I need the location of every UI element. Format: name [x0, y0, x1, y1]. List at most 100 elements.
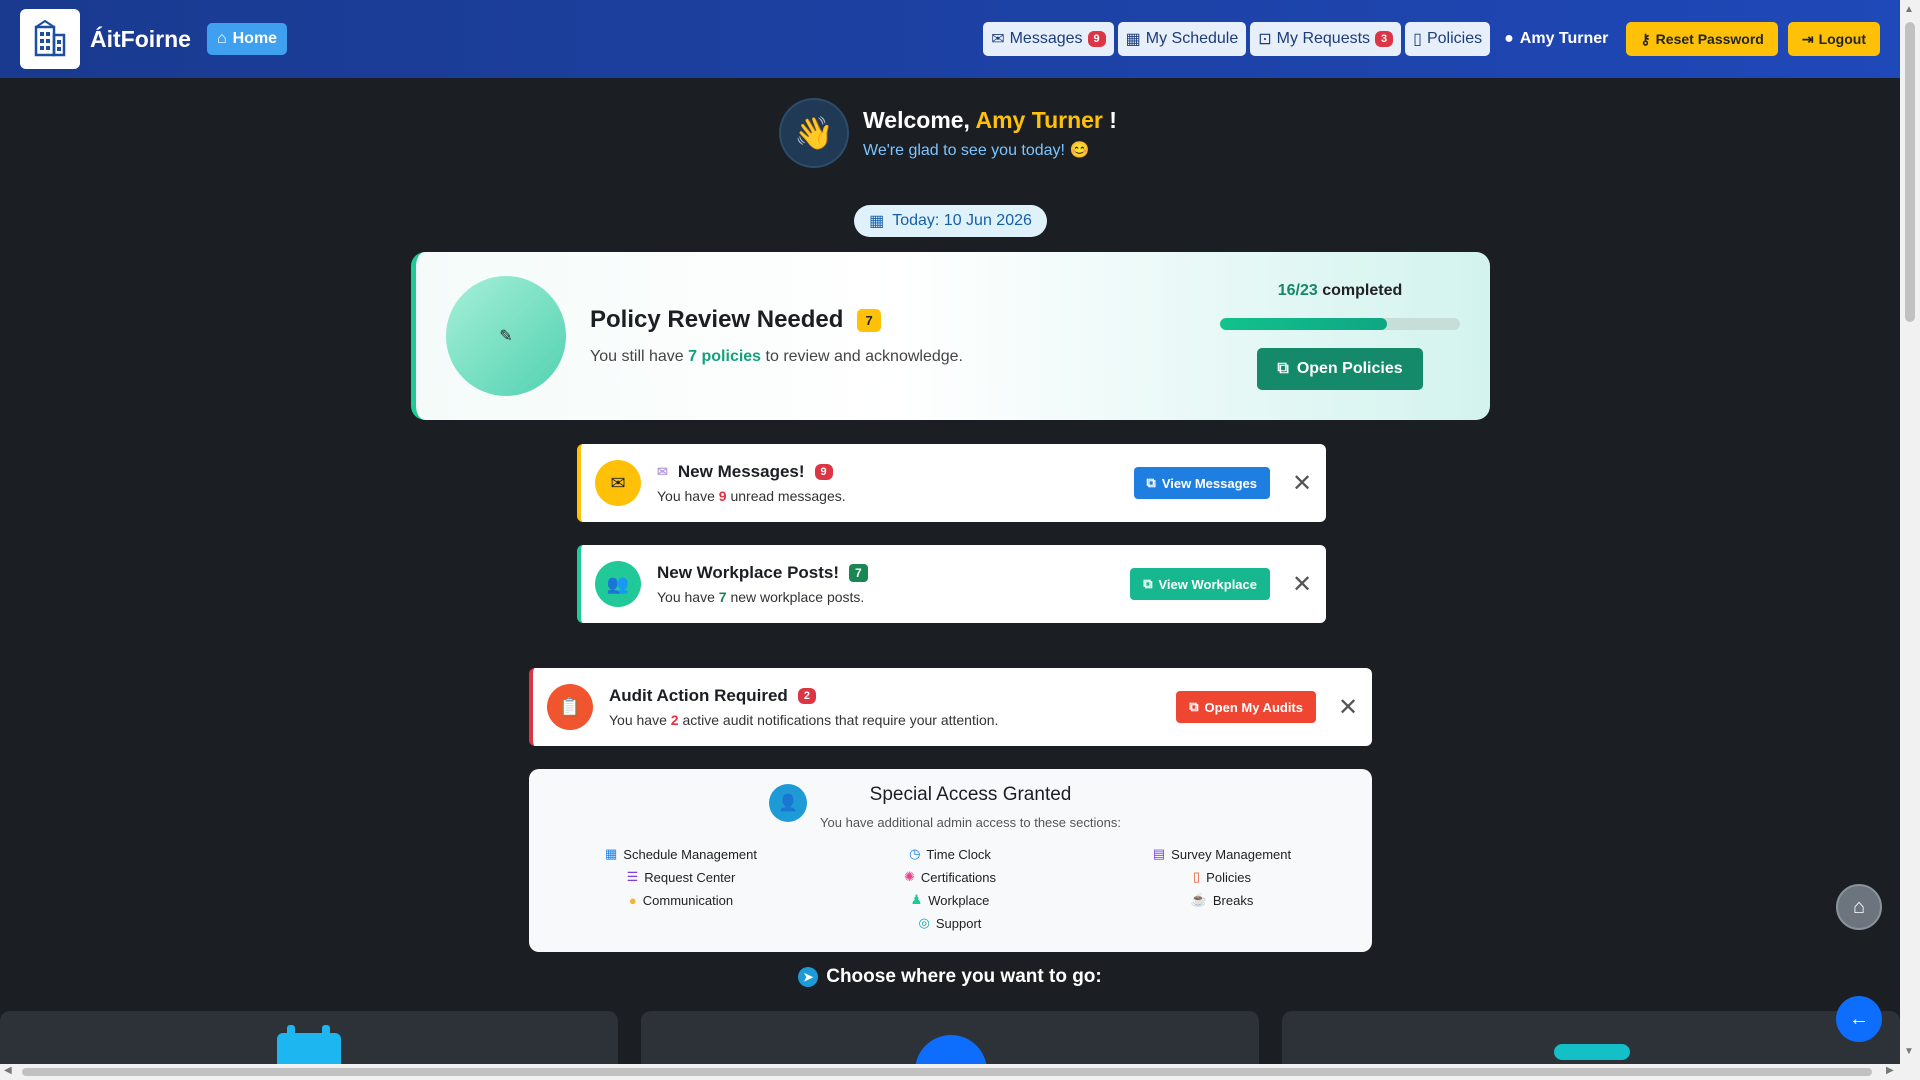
welcome-exclaim: !	[1109, 106, 1117, 133]
messages-sub-suffix: unread messages.	[730, 488, 846, 504]
policy-progress-area: 16/23 completed ⧉ Open Policies	[1220, 282, 1460, 390]
life-ring-icon: ◎	[918, 915, 930, 930]
access-item-support[interactable]: ◎ Support	[919, 915, 982, 931]
welcome-user-name: Amy Turner	[975, 106, 1103, 133]
open-my-audits-button[interactable]: ⧉ Open My Audits	[1176, 691, 1316, 723]
close-messages-notif-icon[interactable]: ✕	[1292, 469, 1312, 498]
policy-icon-circle: ✎	[446, 276, 566, 396]
edit-document-icon: ✎	[499, 328, 513, 345]
special-access-subtitle: You have additional admin access to thes…	[820, 815, 1121, 830]
certificate-icon: ✺	[903, 869, 915, 884]
access-item-label: Workplace	[928, 892, 990, 908]
users-icon: ♟	[910, 892, 923, 907]
home-button[interactable]: ⌂ Home	[206, 23, 288, 55]
app-logo[interactable]	[20, 9, 80, 69]
top-navbar: ÁitFoirne ⌂ Home ✉ Messages 9 ▦ My Sched…	[0, 0, 1900, 78]
policy-progress-bar	[1220, 318, 1460, 330]
open-policies-button[interactable]: ⧉ Open Policies	[1257, 348, 1423, 390]
access-item-survey-management[interactable]: ▤ Survey Management	[1153, 846, 1291, 862]
home-floating-button[interactable]: ⌂	[1836, 884, 1882, 930]
chart-icon: ▤	[1152, 846, 1166, 861]
user-menu[interactable]: ● Amy Turner	[1504, 30, 1608, 48]
policy-completed-text: 16/23 completed	[1278, 282, 1403, 300]
access-item-schedule-management[interactable]: ▦ Schedule Management	[605, 846, 757, 862]
access-column-3: ▤ Survey Management ▯ Policies ☕ Breaks	[1147, 846, 1297, 908]
audit-notification: 📋 Audit Action Required 2 You have 2 act…	[529, 668, 1372, 746]
policy-sub-prefix: You still have	[590, 348, 684, 365]
brand-name[interactable]: ÁitFoirne	[90, 26, 191, 53]
nav-policies-label: Policies	[1426, 30, 1483, 47]
calendar-icon: ▦	[605, 846, 618, 861]
access-item-label: Policies	[1206, 869, 1251, 885]
audit-notif-title: Audit Action Required	[609, 686, 788, 705]
logout-button[interactable]: ⇥ Logout	[1787, 22, 1880, 56]
open-my-audits-label: Open My Audits	[1204, 699, 1303, 715]
close-audit-notif-icon[interactable]: ✕	[1338, 693, 1358, 722]
access-item-label: Time Clock	[926, 846, 991, 862]
workplace-notif-title: New Workplace Posts!	[657, 563, 840, 582]
access-item-request-center[interactable]: ☰ Request Center	[627, 869, 736, 885]
user-icon: ●	[1504, 30, 1514, 47]
welcome-subtitle: We're glad to see you today! 😊	[863, 141, 1090, 159]
access-item-label: Request Center	[644, 869, 736, 885]
nav-policies[interactable]: ▯ Policies	[1405, 22, 1491, 56]
messages-sub-num: 9	[718, 488, 727, 504]
calendar-icon: ▦	[869, 213, 885, 230]
policy-sub-count: 7 policies	[688, 348, 762, 365]
today-date-text: Today: 10 Jun 2026	[892, 212, 1032, 229]
external-link-icon: ⧉	[1146, 475, 1156, 490]
workplace-notif-badge: 7	[849, 564, 868, 582]
close-workplace-notif-icon[interactable]: ✕	[1292, 570, 1312, 599]
vertical-scrollbar[interactable]: ▲ ▼	[1900, 0, 1920, 1064]
workplace-sub-suffix: new workplace posts.	[730, 589, 865, 605]
policy-title-row: Policy Review Needed 7	[590, 306, 963, 334]
envelope-icon: ✉	[595, 460, 641, 506]
welcome-greeting: Welcome,	[863, 106, 970, 133]
workplace-sub-num: 7	[718, 589, 727, 605]
access-item-label: Survey Management	[1171, 846, 1292, 862]
access-item-label: Certifications	[920, 869, 997, 885]
horizontal-scroll-thumb[interactable]	[22, 1068, 1872, 1076]
access-item-time-clock[interactable]: ◷ Time Clock	[909, 846, 991, 862]
scroll-left-icon[interactable]: ◀	[4, 1065, 12, 1076]
policy-count-badge: 7	[857, 308, 881, 332]
external-link-icon: ⧉	[1277, 360, 1289, 377]
scroll-right-icon[interactable]: ▶	[1886, 1065, 1894, 1076]
clipboard-check-icon: 📋	[547, 684, 593, 730]
vertical-scroll-thumb[interactable]	[1905, 22, 1915, 322]
audit-sub-prefix: You have	[609, 712, 667, 728]
reset-password-button[interactable]: ⚷ Reset Password	[1626, 22, 1778, 56]
building-icon	[34, 19, 66, 57]
workplace-notif-sub: You have 7 new workplace posts.	[657, 589, 868, 605]
today-date-pill: ▦ Today: 10 Jun 2026	[854, 205, 1047, 237]
back-floating-button[interactable]: ←	[1836, 996, 1882, 1042]
view-workplace-button[interactable]: ⧉ View Workplace	[1130, 568, 1270, 600]
nav-messages-label: Messages	[1009, 30, 1083, 47]
audit-notif-sub: You have 2 active audit notifications th…	[609, 712, 998, 728]
user-name: Amy Turner	[1519, 30, 1609, 47]
access-item-label: Communication	[642, 892, 734, 908]
access-item-workplace[interactable]: ♟ Workplace	[911, 892, 990, 908]
nav-messages[interactable]: ✉ Messages 9	[983, 22, 1114, 56]
home-icon: ⌂	[216, 30, 227, 47]
nav-my-requests[interactable]: ⊡ My Requests 3	[1250, 22, 1402, 56]
special-access-card: 👤 Special Access Granted You have additi…	[529, 769, 1372, 952]
access-column-1: ▦ Schedule Management ☰ Request Center ●…	[601, 846, 761, 908]
access-item-policies[interactable]: ▯ Policies	[1193, 869, 1251, 885]
access-item-certifications[interactable]: ✺ Certifications	[904, 869, 996, 885]
scroll-up-icon[interactable]: ▲	[1904, 4, 1914, 15]
choose-destination-text: Choose where you want to go:	[826, 966, 1102, 987]
clock-icon: ◷	[909, 846, 921, 861]
workplace-sub-prefix: You have	[657, 589, 715, 605]
calendar-icon: ▦	[1125, 31, 1141, 48]
list-check-icon: ☰	[626, 869, 639, 884]
external-link-icon: ⧉	[1189, 699, 1199, 714]
document-icon: ▯	[1193, 869, 1201, 884]
nav-my-schedule[interactable]: ▦ My Schedule	[1117, 22, 1247, 56]
scroll-down-icon[interactable]: ▼	[1904, 1046, 1914, 1057]
view-messages-button[interactable]: ⧉ View Messages	[1133, 467, 1270, 499]
special-access-title: Special Access Granted	[869, 784, 1072, 805]
access-item-communication[interactable]: ● Communication	[629, 892, 733, 908]
horizontal-scrollbar[interactable]: ◀ ▶	[0, 1064, 1920, 1080]
access-item-breaks[interactable]: ☕ Breaks	[1191, 892, 1254, 908]
